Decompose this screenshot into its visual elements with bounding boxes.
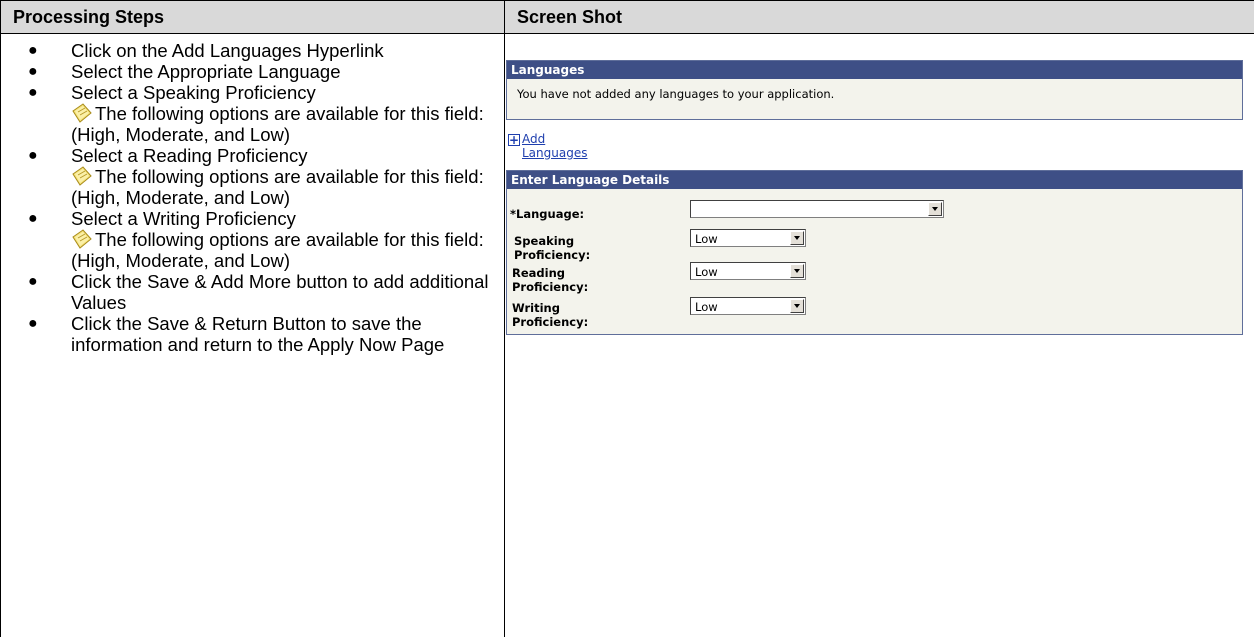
add-languages-link[interactable]: Add Languages	[522, 132, 587, 160]
plus-icon[interactable]: +	[508, 134, 520, 146]
step-note-text: The following options are available for …	[71, 166, 484, 208]
languages-panel: Languages You have not added any languag…	[506, 60, 1243, 120]
chevron-down-icon[interactable]	[790, 264, 804, 278]
chevron-down-icon[interactable]	[928, 202, 942, 216]
step-item: ● Select the Appropriate Language	[1, 61, 504, 82]
writing-label: Writing Proficiency:	[512, 301, 589, 329]
step-text: Select a Writing Proficiency	[71, 208, 296, 229]
bullet-icon: ●	[28, 315, 38, 332]
speaking-proficiency-select[interactable]: Low	[690, 229, 806, 247]
steps-list: ● Click on the Add Languages Hyperlink ● S…	[1, 34, 504, 355]
bullet-icon: ●	[28, 210, 38, 227]
language-label: *Language:	[510, 207, 585, 221]
speaking-label: Speaking Proficiency:	[514, 234, 591, 262]
bullet-icon: ●	[28, 84, 38, 101]
screenshot-cell	[504, 33, 1254, 637]
processing-steps-header: Processing Steps	[0, 0, 505, 34]
bullet-icon: ●	[28, 42, 38, 59]
step-item: ● Select a Reading Proficiency The follow…	[1, 145, 504, 208]
step-item: ● Click the Save & Add More button to add…	[1, 271, 504, 313]
language-details-title: Enter Language Details	[507, 171, 1242, 189]
note-icon	[72, 166, 92, 186]
bullet-icon: ●	[28, 273, 38, 290]
step-note-text: The following options are available for …	[71, 103, 484, 145]
note-icon	[72, 103, 92, 123]
step-item: ● Select a Speaking Proficiency The follo…	[1, 82, 504, 145]
bullet-icon: ●	[28, 63, 38, 80]
bullet-icon: ●	[28, 147, 38, 164]
writing-proficiency-select[interactable]: Low	[690, 297, 806, 315]
language-select[interactable]	[690, 200, 944, 218]
chevron-down-icon[interactable]	[790, 231, 804, 245]
step-note: The following options are available for …	[71, 166, 496, 208]
step-note: The following options are available for …	[71, 229, 496, 271]
languages-panel-title: Languages	[507, 61, 1242, 79]
screen-shot-header: Screen Shot	[504, 0, 1254, 34]
step-text: Select a Reading Proficiency	[71, 145, 308, 166]
note-icon	[72, 229, 92, 249]
step-text: Select the Appropriate Language	[71, 61, 341, 82]
steps-cell: ● Click on the Add Languages Hyperlink ● S…	[0, 33, 505, 637]
step-note-text: The following options are available for …	[71, 229, 484, 271]
reading-value: Low	[695, 265, 718, 279]
step-text: Click on the Add Languages Hyperlink	[71, 40, 384, 61]
writing-value: Low	[695, 300, 718, 314]
step-text: Click the Save & Add More button to add …	[71, 271, 489, 313]
languages-empty-message: You have not added any languages to your…	[517, 87, 835, 101]
chevron-down-icon[interactable]	[790, 299, 804, 313]
step-item: ● Select a Writing Proficiency The follow…	[1, 208, 504, 271]
step-text: Click the Save & Return Button to save t…	[71, 313, 445, 355]
speaking-value: Low	[695, 232, 718, 246]
step-note: The following options are available for …	[71, 103, 496, 145]
language-details-panel: Enter Language Details	[506, 170, 1243, 335]
step-item: ● Click on the Add Languages Hyperlink	[1, 40, 504, 61]
reading-proficiency-select[interactable]: Low	[690, 262, 806, 280]
step-item: ● Click the Save & Return Button to save …	[1, 313, 504, 355]
reading-label: Reading Proficiency:	[512, 266, 589, 294]
step-text: Select a Speaking Proficiency	[71, 82, 316, 103]
